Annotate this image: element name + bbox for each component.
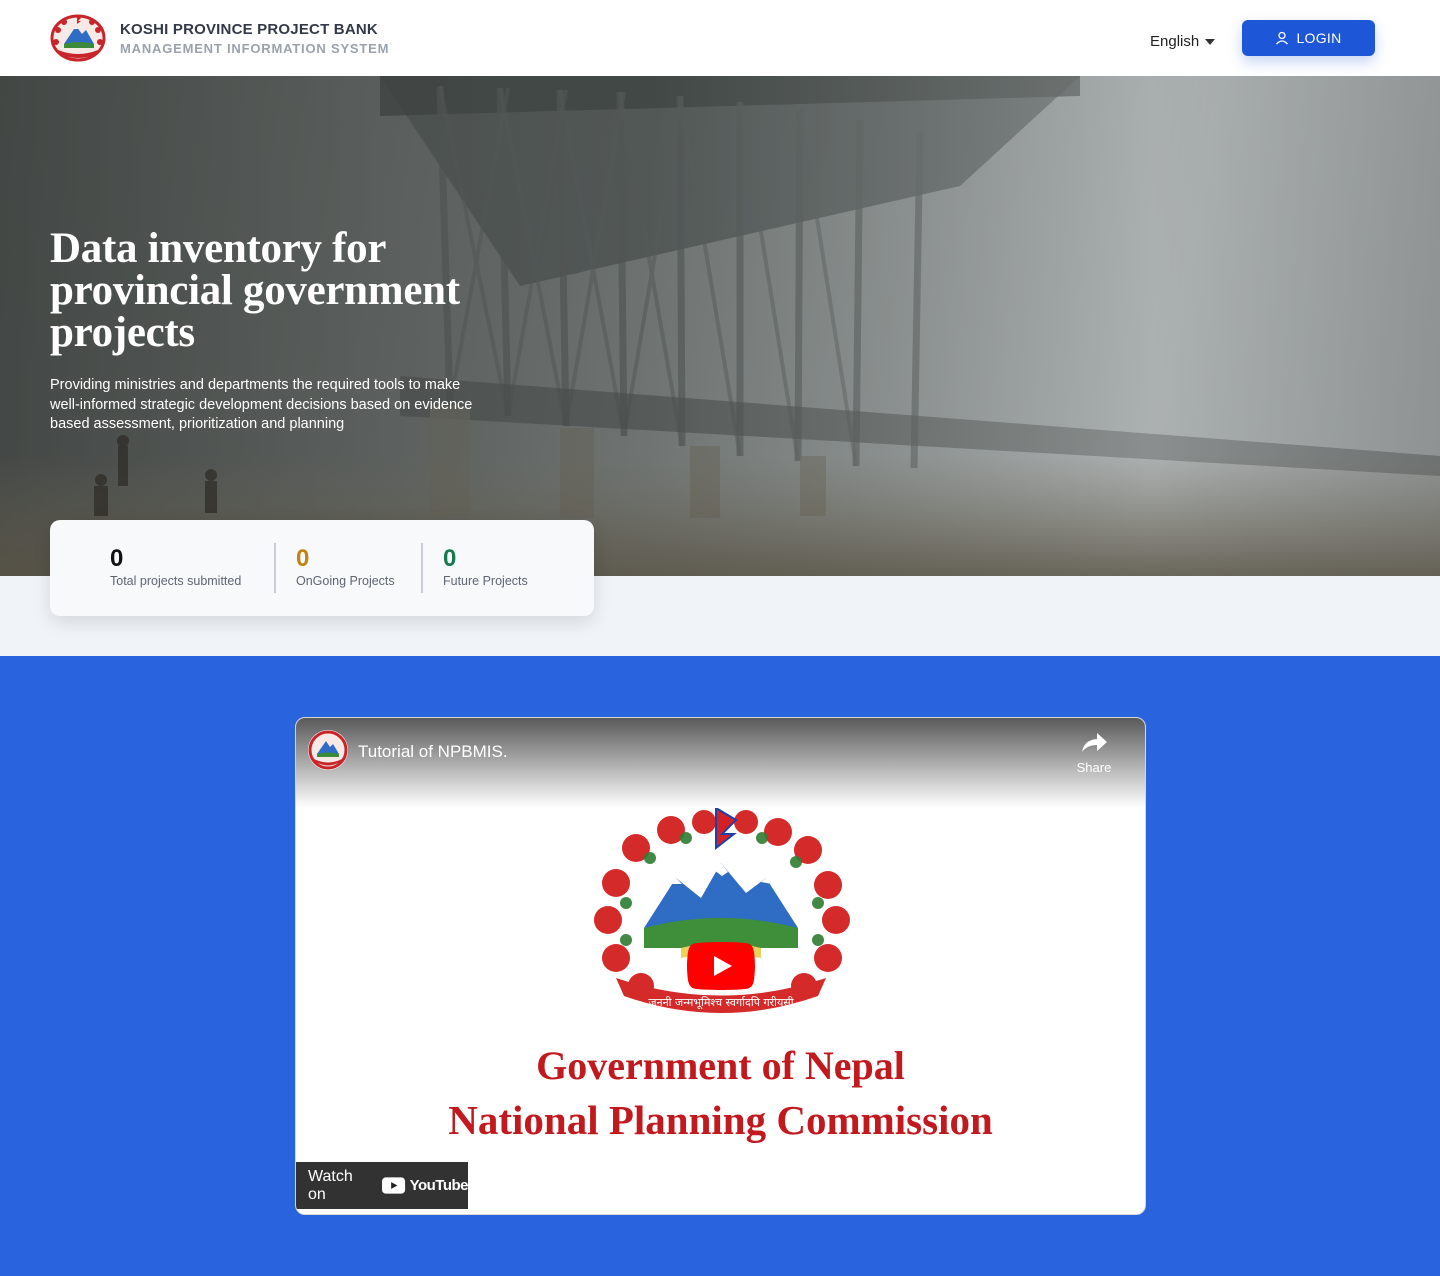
channel-avatar[interactable] [308, 730, 348, 770]
share-label: Share [1076, 760, 1112, 775]
watch-on-label: Watch on [308, 1167, 353, 1203]
divider [274, 543, 276, 593]
stat-label: OnGoing Projects [296, 574, 395, 588]
nepal-emblem-icon[interactable] [50, 14, 106, 62]
login-label: LOGIN [1296, 30, 1342, 46]
share-button[interactable]: Share [1076, 730, 1112, 775]
youtube-embed[interactable]: जननी जन्मभूमिश्च स्वर्गादपि गरीयसी Gover… [295, 717, 1146, 1215]
thumbnail-line-2: National Planning Commission [448, 1097, 993, 1143]
stat-future-projects[interactable]: 0 Future Projects [443, 545, 528, 589]
hero-banner: Data inventory for provincial government… [0, 76, 1440, 576]
motto-text: जननी जन्मभूमिश्च स्वर्गादपि गरीयसी [648, 996, 793, 1010]
nepal-emblem-icon [308, 730, 348, 770]
youtube-label: YouTube [409, 1177, 469, 1194]
language-label: English [1150, 33, 1200, 50]
video-title[interactable]: Tutorial of NPBMIS. [358, 742, 508, 762]
user-icon [1276, 31, 1289, 45]
stat-label: Total projects submitted [110, 574, 242, 588]
youtube-logo-icon [382, 1177, 406, 1194]
brand[interactable]: KOSHI PROVINCE PROJECT BANK MANAGEMENT I… [120, 20, 389, 58]
video-topbar [296, 718, 1145, 808]
hero-description: Providing ministries and departments the… [50, 377, 473, 432]
brand-title: KOSHI PROVINCE PROJECT BANK [120, 21, 378, 38]
thumbnail-line-1: Government of Nepal [536, 1043, 905, 1088]
language-selector[interactable]: English [1150, 33, 1216, 50]
video-section: जननी जन्मभूमिश्च स्वर्गादपि गरीयसी Gover… [0, 656, 1440, 1276]
share-arrow-icon [1082, 733, 1107, 752]
stat-value: 0 [110, 545, 124, 572]
stat-value: 0 [443, 545, 457, 572]
watch-on-youtube-button[interactable]: Watch on YouTube [296, 1162, 469, 1209]
stat-value: 0 [296, 545, 310, 572]
brand-subtitle: MANAGEMENT INFORMATION SYSTEM [120, 41, 390, 56]
hero-title: Data inventory for provincial government… [50, 225, 460, 356]
stat-total-projects[interactable]: 0 Total projects submitted [110, 545, 241, 589]
stat-ongoing-projects[interactable]: 0 OnGoing Projects [296, 545, 395, 589]
nepal-emblem-thumbnail: जननी जन्मभूमिश्च स्वर्गादपि गरीयसी [594, 808, 850, 1013]
project-stats-card: 0 Total projects submitted 0 OnGoing Pro… [50, 520, 594, 616]
stat-label: Future Projects [443, 574, 528, 588]
divider [421, 543, 423, 593]
youtube-play-icon[interactable] [687, 942, 755, 990]
site-header: KOSHI PROVINCE PROJECT BANK MANAGEMENT I… [0, 0, 1440, 76]
login-button[interactable]: LOGIN [1242, 20, 1375, 56]
caret-down-icon [1205, 39, 1216, 45]
